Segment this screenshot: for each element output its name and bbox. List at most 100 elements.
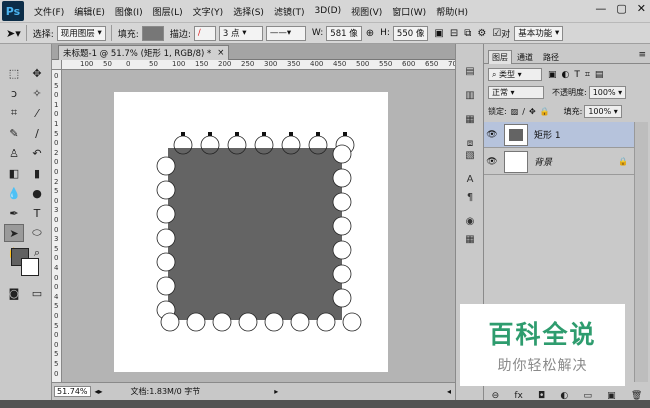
clone-source-icon[interactable]: ▧ <box>462 148 478 162</box>
width-input[interactable]: 581 像 <box>326 25 362 41</box>
document-tab[interactable]: 未标题-1 @ 51.7% (矩形 1, RGB/8) * × <box>58 45 230 60</box>
history-brush-tool-icon[interactable]: ↶ <box>27 144 47 162</box>
fill-swatch[interactable] <box>141 25 164 41</box>
properties-panel-icon[interactable]: ▥ <box>462 88 478 102</box>
layer-name[interactable]: 矩形 1 <box>534 128 561 141</box>
trash-icon[interactable]: 🗑 <box>631 391 642 401</box>
ellipse-tool-icon[interactable]: ⬭ <box>27 224 47 242</box>
dodge-tool-icon[interactable]: ● <box>27 184 47 202</box>
path-circle <box>332 264 352 284</box>
path-arrangement-icon[interactable]: ⧉ <box>464 28 471 39</box>
status-menu-icon[interactable]: ◂▸ <box>95 387 103 396</box>
opacity-input[interactable]: 100% ▾ <box>588 86 627 99</box>
rectangle-shape-layer[interactable] <box>62 70 455 382</box>
vertical-ruler[interactable]: 05010150200250300350400450500550 <box>52 70 62 382</box>
styles-panel-icon[interactable]: ◉ <box>462 214 478 228</box>
settings-gear-icon[interactable]: ⚙ <box>477 28 486 39</box>
move-tool-preset-icon[interactable]: ➤▾ <box>6 27 21 40</box>
path-circle <box>212 312 232 332</box>
close-button[interactable]: ✕ <box>637 2 646 15</box>
horizontal-ruler[interactable]: 100 50 0 50 100 150 200 250 300 350 400 450 500 550 60… <box>62 60 461 70</box>
select-dropdown[interactable]: 现用图层 ▾ <box>56 25 106 41</box>
layer-row-rectangle[interactable]: 👁 矩形 1 <box>484 122 634 148</box>
menu-select[interactable]: 选择(S) <box>233 5 264 18</box>
path-selection-tool-icon[interactable]: ➤ <box>4 224 24 242</box>
path-circle <box>342 312 362 332</box>
document-size: 文档:1.83M/0 字节 <box>130 387 201 396</box>
kind-filter-dropdown[interactable]: ⌕ 类型 ▾ <box>488 68 542 81</box>
stroke-type-dropdown[interactable]: ——▾ <box>265 25 306 41</box>
layers-scrollbar[interactable] <box>634 122 648 382</box>
character-panel-icon[interactable]: A <box>462 172 478 186</box>
visibility-eye-icon[interactable]: 👁 <box>484 157 500 167</box>
type-tool-icon[interactable]: T <box>27 204 47 222</box>
brush-tool-icon[interactable]: ∕ <box>27 124 47 142</box>
tab-paths[interactable]: 路径 <box>540 50 562 64</box>
ruler-tick-label: 50 <box>103 60 112 68</box>
blur-tool-icon[interactable]: 💧 <box>4 184 24 202</box>
menu-window[interactable]: 窗口(W) <box>392 5 426 18</box>
status-arrow-icon[interactable]: ▸ <box>274 387 278 396</box>
zoom-level[interactable]: 51.74% <box>54 386 91 397</box>
ruler-tick-label: 1 <box>54 100 59 109</box>
menu-view[interactable]: 视图(V) <box>351 5 382 18</box>
menu-file[interactable]: 文件(F) <box>34 5 64 18</box>
visibility-eye-icon[interactable]: 👁 <box>484 130 500 140</box>
history-panel-icon[interactable]: ▤ <box>462 64 478 78</box>
add-mask-icon[interactable]: ◘ <box>538 391 545 401</box>
magic-wand-tool-icon[interactable]: ✧ <box>27 84 47 102</box>
paragraph-panel-icon[interactable]: ¶ <box>462 190 478 204</box>
marquee-tool-icon[interactable]: ⬚ <box>4 64 24 82</box>
minimize-button[interactable]: — <box>595 2 606 15</box>
lock-icons[interactable]: ▨∕✥🔒 <box>511 107 554 116</box>
menu-image[interactable]: 图像(I) <box>115 5 143 18</box>
panel-menu-icon[interactable]: ≡ <box>638 50 646 60</box>
menu-3d[interactable]: 3D(D) <box>314 6 341 16</box>
clone-stamp-tool-icon[interactable]: ♙ <box>4 144 24 162</box>
menu-type[interactable]: 文字(Y) <box>193 5 224 18</box>
eyedropper-tool-icon[interactable]: ⁄ <box>27 104 47 122</box>
adjustments-panel-icon[interactable]: ▦ <box>462 112 478 126</box>
tab-channels[interactable]: 通道 <box>514 50 536 64</box>
menu-layer[interactable]: 图层(L) <box>153 5 183 18</box>
workspace-dropdown[interactable]: 基本功能 ▾ <box>514 25 564 41</box>
document-tab-close[interactable]: × <box>217 48 224 58</box>
new-group-icon[interactable]: ▭ <box>583 391 592 401</box>
stroke-size-dropdown[interactable]: 3 点 ▾ <box>218 25 263 41</box>
fill-input[interactable]: 100% ▾ <box>584 105 622 118</box>
screen-mode-icon[interactable]: ▭ <box>27 284 47 302</box>
menu-help[interactable]: 帮助(H) <box>436 5 468 18</box>
watermark-subtitle: 助你轻松解决 <box>497 358 588 374</box>
tab-layers[interactable]: 图层 <box>488 50 512 64</box>
quick-mask-icon[interactable]: ◙ <box>4 284 24 302</box>
height-input[interactable]: 550 像 <box>392 25 429 41</box>
canvas-area[interactable] <box>62 70 455 382</box>
stroke-swatch[interactable]: ∕ <box>193 25 216 41</box>
menu-edit[interactable]: 编辑(E) <box>74 5 105 18</box>
swatches-panel-icon[interactable]: ▦ <box>462 232 478 246</box>
layer-name[interactable]: 背景 <box>534 155 552 168</box>
align-edges-checkbox[interactable]: ☑ <box>492 28 501 39</box>
path-operations-icon[interactable]: ▣ <box>434 28 443 39</box>
fx-icon[interactable]: fx <box>514 391 523 401</box>
restore-button[interactable]: ▢ <box>616 2 626 15</box>
blend-mode-dropdown[interactable]: 正常 ▾ <box>488 86 544 99</box>
ruler-origin[interactable] <box>52 60 62 70</box>
path-alignment-icon[interactable]: ⊟ <box>450 28 458 39</box>
pen-tool-icon[interactable]: ✒ <box>4 204 24 222</box>
crop-tool-icon[interactable]: ⌗ <box>4 104 24 122</box>
filter-icons[interactable]: ▣◐T⌗▤ <box>548 70 608 80</box>
layer-row-background[interactable]: 👁 背景 🔒 <box>484 149 634 175</box>
adjustment-layer-icon[interactable]: ◐ <box>560 391 568 401</box>
lasso-tool-icon[interactable]: ↄ <box>4 84 24 102</box>
new-layer-icon[interactable]: ▣ <box>607 391 616 401</box>
scroll-left-icon[interactable]: ◂ <box>447 387 451 396</box>
link-layers-icon[interactable]: ⊖ <box>492 391 500 401</box>
healing-brush-tool-icon[interactable]: ✎ <box>4 124 24 142</box>
gradient-tool-icon[interactable]: ▮ <box>27 164 47 182</box>
eraser-tool-icon[interactable]: ◧ <box>4 164 24 182</box>
menu-filter[interactable]: 滤镜(T) <box>274 5 305 18</box>
background-color-swatch[interactable] <box>21 258 39 276</box>
link-icon[interactable]: ⊕ <box>366 28 374 39</box>
move-tool-icon[interactable]: ✥ <box>27 64 47 82</box>
